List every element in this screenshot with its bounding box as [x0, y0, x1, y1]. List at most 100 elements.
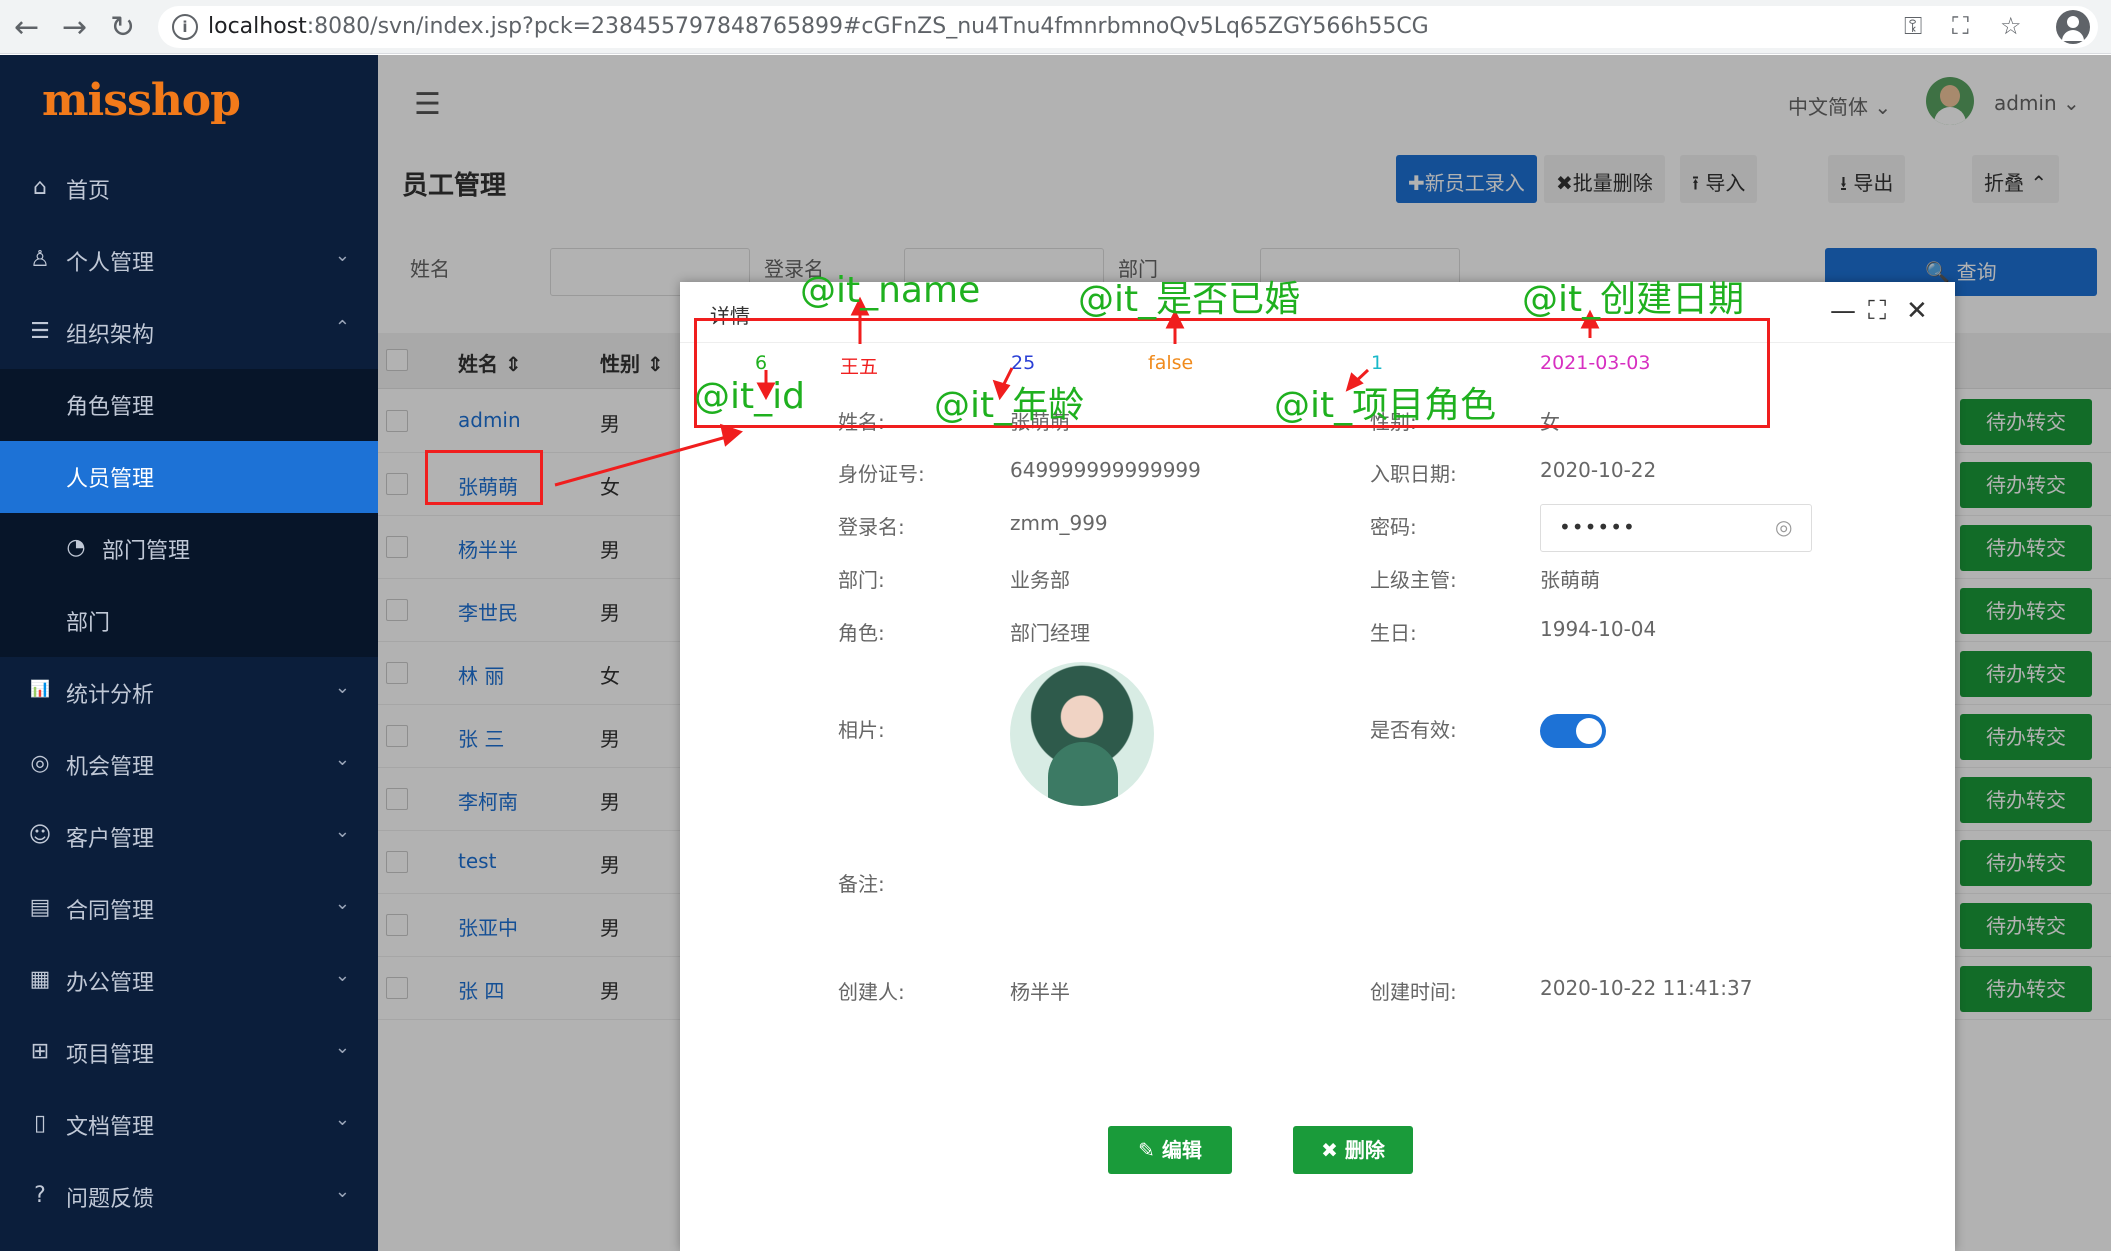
- chevron-down-icon: ⌄: [334, 1109, 350, 1130]
- sidebar-item-label: 人员管理: [66, 467, 155, 492]
- sidebar-item-dept[interactable]: 部门: [0, 585, 378, 657]
- sidebar-item-org[interactable]: ☰ 组织架构 ⌃: [0, 297, 378, 369]
- annotation-it-married: @it_是否已婚: [1078, 279, 1301, 320]
- idcard-value: 649999999999999: [1010, 458, 1201, 482]
- info-icon[interactable]: i: [172, 14, 198, 40]
- sidebar-item-home[interactable]: ⌂ 首页: [0, 153, 378, 225]
- sidebar-item-label: 办公管理: [66, 971, 155, 996]
- question-icon: ?: [34, 1183, 46, 1208]
- customer-icon: ☺: [28, 823, 52, 848]
- sidebar-item-staff[interactable]: 人员管理: [0, 441, 378, 513]
- sidebar-item-contract[interactable]: ▤ 合同管理 ⌄: [0, 873, 378, 945]
- created-time-value: 2020-10-22 11:41:37: [1540, 976, 1753, 1000]
- manager-value: 张萌萌: [1540, 568, 1600, 592]
- login-label: 登录名:: [838, 515, 905, 539]
- chevron-down-icon: ⌄: [334, 749, 350, 770]
- chevron-down-icon: ⌄: [334, 677, 350, 698]
- manager-label: 上级主管:: [1370, 568, 1457, 592]
- sidebar-item-label: 首页: [66, 179, 111, 204]
- photo-label: 相片:: [838, 718, 885, 742]
- annotation-it-name: @it_name: [800, 270, 981, 311]
- dept-value: 业务部: [1010, 568, 1070, 592]
- project-icon: ⊞: [30, 1039, 50, 1064]
- pie-icon: ◔: [66, 535, 86, 560]
- birthday-label: 生日:: [1370, 621, 1417, 645]
- login-value: zmm_999: [1010, 511, 1108, 535]
- key-icon[interactable]: ⚿: [1904, 12, 1922, 40]
- url-text: localhost:8080/svn/index.jsp?pck=2384557…: [208, 14, 1429, 39]
- delete-button[interactable]: ✖ 删除: [1293, 1126, 1413, 1174]
- sidebar-item-label: 项目管理: [66, 1043, 155, 1068]
- chevron-down-icon: ⌄: [334, 1037, 350, 1058]
- creator-label: 创建人:: [838, 980, 905, 1004]
- browser-toolbar: ← → ↻ i localhost:8080/svn/index.jsp?pck…: [0, 0, 2111, 54]
- creator-value: 杨半半: [1010, 980, 1070, 1004]
- sidebar-item-docs[interactable]: ▯ 文档管理 ⌄: [0, 1089, 378, 1161]
- dept-label: 部门:: [838, 568, 885, 592]
- sidebar-item-label: 问题反馈: [66, 1187, 155, 1212]
- edit-button[interactable]: ✎ 编辑: [1108, 1126, 1232, 1174]
- close-icon[interactable]: ✕: [1906, 296, 1928, 326]
- calendar-icon: ▦: [29, 967, 51, 992]
- maximize-icon[interactable]: ⛶: [1868, 296, 1886, 327]
- role-value: 部门经理: [1010, 621, 1090, 645]
- sidebar-item-feedback[interactable]: ? 问题反馈 ⌄: [0, 1161, 378, 1233]
- sidebar: misshop ⌂ 首页 ♙ 个人管理 ⌄ ☰ 组织架构 ⌃ 角色管理 人员管理 ◔ 部门管…: [0, 55, 378, 1251]
- sidebar-item-role[interactable]: 角色管理: [0, 369, 378, 441]
- translate-icon[interactable]: ⛶: [1952, 12, 1969, 40]
- hire-date-label: 入职日期:: [1370, 462, 1457, 486]
- sidebar-item-label: 部门: [66, 611, 111, 636]
- sidebar-item-label: 统计分析: [66, 683, 155, 708]
- sidebar-item-stats[interactable]: 📊 统计分析 ⌄: [0, 657, 378, 729]
- annotation-it-created: @it_创建日期: [1522, 279, 1745, 320]
- annotation-highlight-box: [694, 318, 1770, 428]
- url-host: localhost: [208, 14, 307, 39]
- created-time-label: 创建时间:: [1370, 980, 1457, 1004]
- back-icon[interactable]: ←: [14, 10, 39, 45]
- valid-label: 是否有效:: [1370, 718, 1457, 742]
- valid-toggle[interactable]: [1540, 714, 1606, 748]
- annotation-it-age: @it_年龄: [934, 385, 1085, 426]
- sidebar-item-label: 个人管理: [66, 251, 155, 276]
- logo-text: misshop: [42, 75, 241, 126]
- sidebar-item-label: 部门管理: [102, 539, 191, 564]
- profile-icon[interactable]: [2056, 10, 2090, 44]
- sidebar-item-label: 机会管理: [66, 755, 155, 780]
- password-field[interactable]: •••••• ◎: [1540, 504, 1812, 552]
- home-icon: ⌂: [33, 175, 47, 200]
- sidebar-item-dept-manage[interactable]: ◔ 部门管理: [0, 513, 378, 585]
- sidebar-item-label: 组织架构: [66, 323, 155, 348]
- sidebar-item-project[interactable]: ⊞ 项目管理 ⌄: [0, 1017, 378, 1089]
- chevron-down-icon: ⌄: [334, 893, 350, 914]
- hire-date-value: 2020-10-22: [1540, 458, 1657, 482]
- chevron-down-icon: ⌄: [334, 1181, 350, 1202]
- opportunity-icon: ◎: [30, 751, 50, 776]
- url-path: :8080/svn/index.jsp?pck=2384557978487658…: [306, 14, 1429, 39]
- menu-icon: ☰: [30, 319, 50, 344]
- annotation-it-id: @it_id: [694, 376, 805, 417]
- minimize-icon[interactable]: —: [1830, 296, 1856, 326]
- user-icon: ♙: [30, 247, 50, 272]
- sidebar-item-label: 客户管理: [66, 827, 155, 852]
- star-icon[interactable]: ☆: [2000, 12, 2022, 40]
- sidebar-item-label: 合同管理: [66, 899, 155, 924]
- address-bar[interactable]: i localhost:8080/svn/index.jsp?pck=23845…: [158, 6, 2098, 48]
- role-label: 角色:: [838, 621, 885, 645]
- sidebar-item-label: 角色管理: [66, 395, 155, 420]
- annotation-it-role: @it_项目角色: [1274, 385, 1497, 426]
- remark-label: 备注:: [838, 872, 885, 896]
- eye-off-icon[interactable]: ◎: [1775, 515, 1793, 539]
- annotation-row-highlight: [425, 450, 543, 505]
- sidebar-item-customer[interactable]: ☺ 客户管理 ⌄: [0, 801, 378, 873]
- chevron-up-icon: ⌃: [334, 317, 350, 338]
- chart-icon: 📊: [30, 679, 50, 698]
- sidebar-item-opportunity[interactable]: ◎ 机会管理 ⌄: [0, 729, 378, 801]
- reload-icon[interactable]: ↻: [110, 10, 135, 45]
- forward-icon[interactable]: →: [62, 10, 87, 45]
- chevron-down-icon: ⌄: [334, 245, 350, 266]
- sidebar-item-personal[interactable]: ♙ 个人管理 ⌄: [0, 225, 378, 297]
- app-logo[interactable]: misshop: [0, 55, 378, 153]
- chevron-down-icon: ⌄: [334, 965, 350, 986]
- birthday-value: 1994-10-04: [1540, 617, 1657, 641]
- sidebar-item-office[interactable]: ▦ 办公管理 ⌄: [0, 945, 378, 1017]
